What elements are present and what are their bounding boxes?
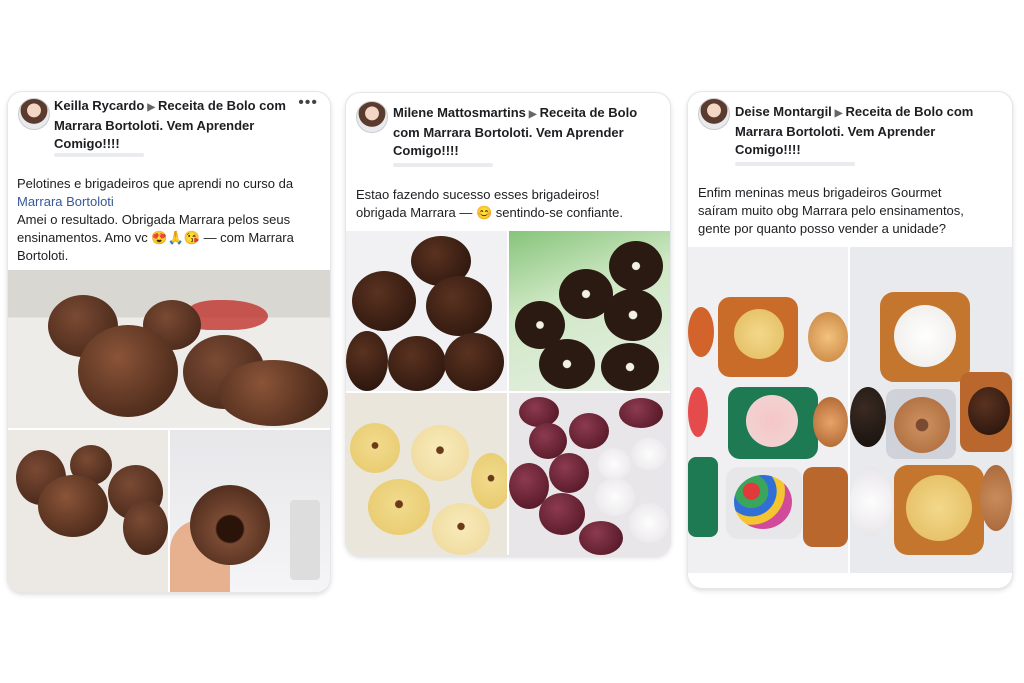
post-photo[interactable] [8, 430, 168, 592]
post-title: Keilla Rycardo ▶ Receita de Bolo com Marra… [54, 97, 294, 153]
post-photo[interactable] [850, 247, 1012, 573]
post-text: Pelotines e brigadeiros que aprendi no c… [17, 175, 327, 265]
triangle-right-icon: ▶ [528, 109, 537, 120]
three-dots-icon[interactable]: ••• [298, 94, 318, 112]
timestamp-placeholder [735, 162, 855, 166]
post-text-line: Amei o resultado. Obrigada Marrara pelos… [17, 212, 291, 227]
post-card-milene: Milene Mattosmartins ▶ Receita de Bolo com… [346, 93, 670, 555]
author-name[interactable]: Keilla Rycardo [54, 98, 144, 113]
post-card-keilla: Keilla Rycardo ▶ Receita de Bolo com Marra… [8, 92, 330, 592]
post-text-line: ensinamentos. Amo vc 😍🙏😘 — com Marrara [17, 230, 294, 245]
post-photo[interactable] [688, 247, 848, 573]
post-text: Enfim meninas meus brigadeiros Gourmet s… [698, 184, 1008, 238]
avatar[interactable] [356, 101, 388, 133]
triangle-right-icon: ▶ [834, 108, 843, 119]
post-photo[interactable] [346, 393, 507, 555]
post-text: Estao fazendo sucesso esses brigadeiros!… [356, 186, 666, 222]
author-name[interactable]: Deise Montargil [735, 104, 832, 119]
post-photo[interactable] [8, 270, 330, 428]
post-text-line: Pelotines e brigadeiros que aprendi no c… [17, 176, 294, 191]
author-name[interactable]: Milene Mattosmartins [393, 105, 526, 120]
post-text-line: obrigada Marrara — 😊 sentindo-se confian… [356, 205, 623, 220]
avatar[interactable] [18, 98, 50, 130]
triangle-right-icon: ▶ [147, 102, 156, 113]
post-text-line: Bortoloti. [17, 248, 69, 263]
timestamp-placeholder [393, 163, 493, 167]
post-photo[interactable] [509, 393, 670, 555]
post-photo[interactable] [170, 430, 330, 592]
post-text-line: gente por quanto posso vender a unidade? [698, 221, 946, 236]
post-text-line: Estao fazendo sucesso esses brigadeiros! [356, 187, 600, 202]
post-text-line: saíram muito obg Marrara pelo ensinament… [698, 203, 964, 218]
mention-link[interactable]: Marrara Bortoloti [17, 193, 327, 211]
post-title: Milene Mattosmartins ▶ Receita de Bolo com… [393, 104, 663, 160]
avatar[interactable] [698, 98, 730, 130]
post-text-line: Enfim meninas meus brigadeiros Gourmet [698, 185, 942, 200]
timestamp-placeholder [54, 153, 144, 157]
post-card-deise: Deise Montargil ▶ Receita de Bolo com Marr… [688, 92, 1012, 588]
post-photo[interactable] [509, 231, 670, 391]
post-title: Deise Montargil ▶ Receita de Bolo com Marr… [735, 103, 997, 159]
post-photo[interactable] [346, 231, 507, 391]
